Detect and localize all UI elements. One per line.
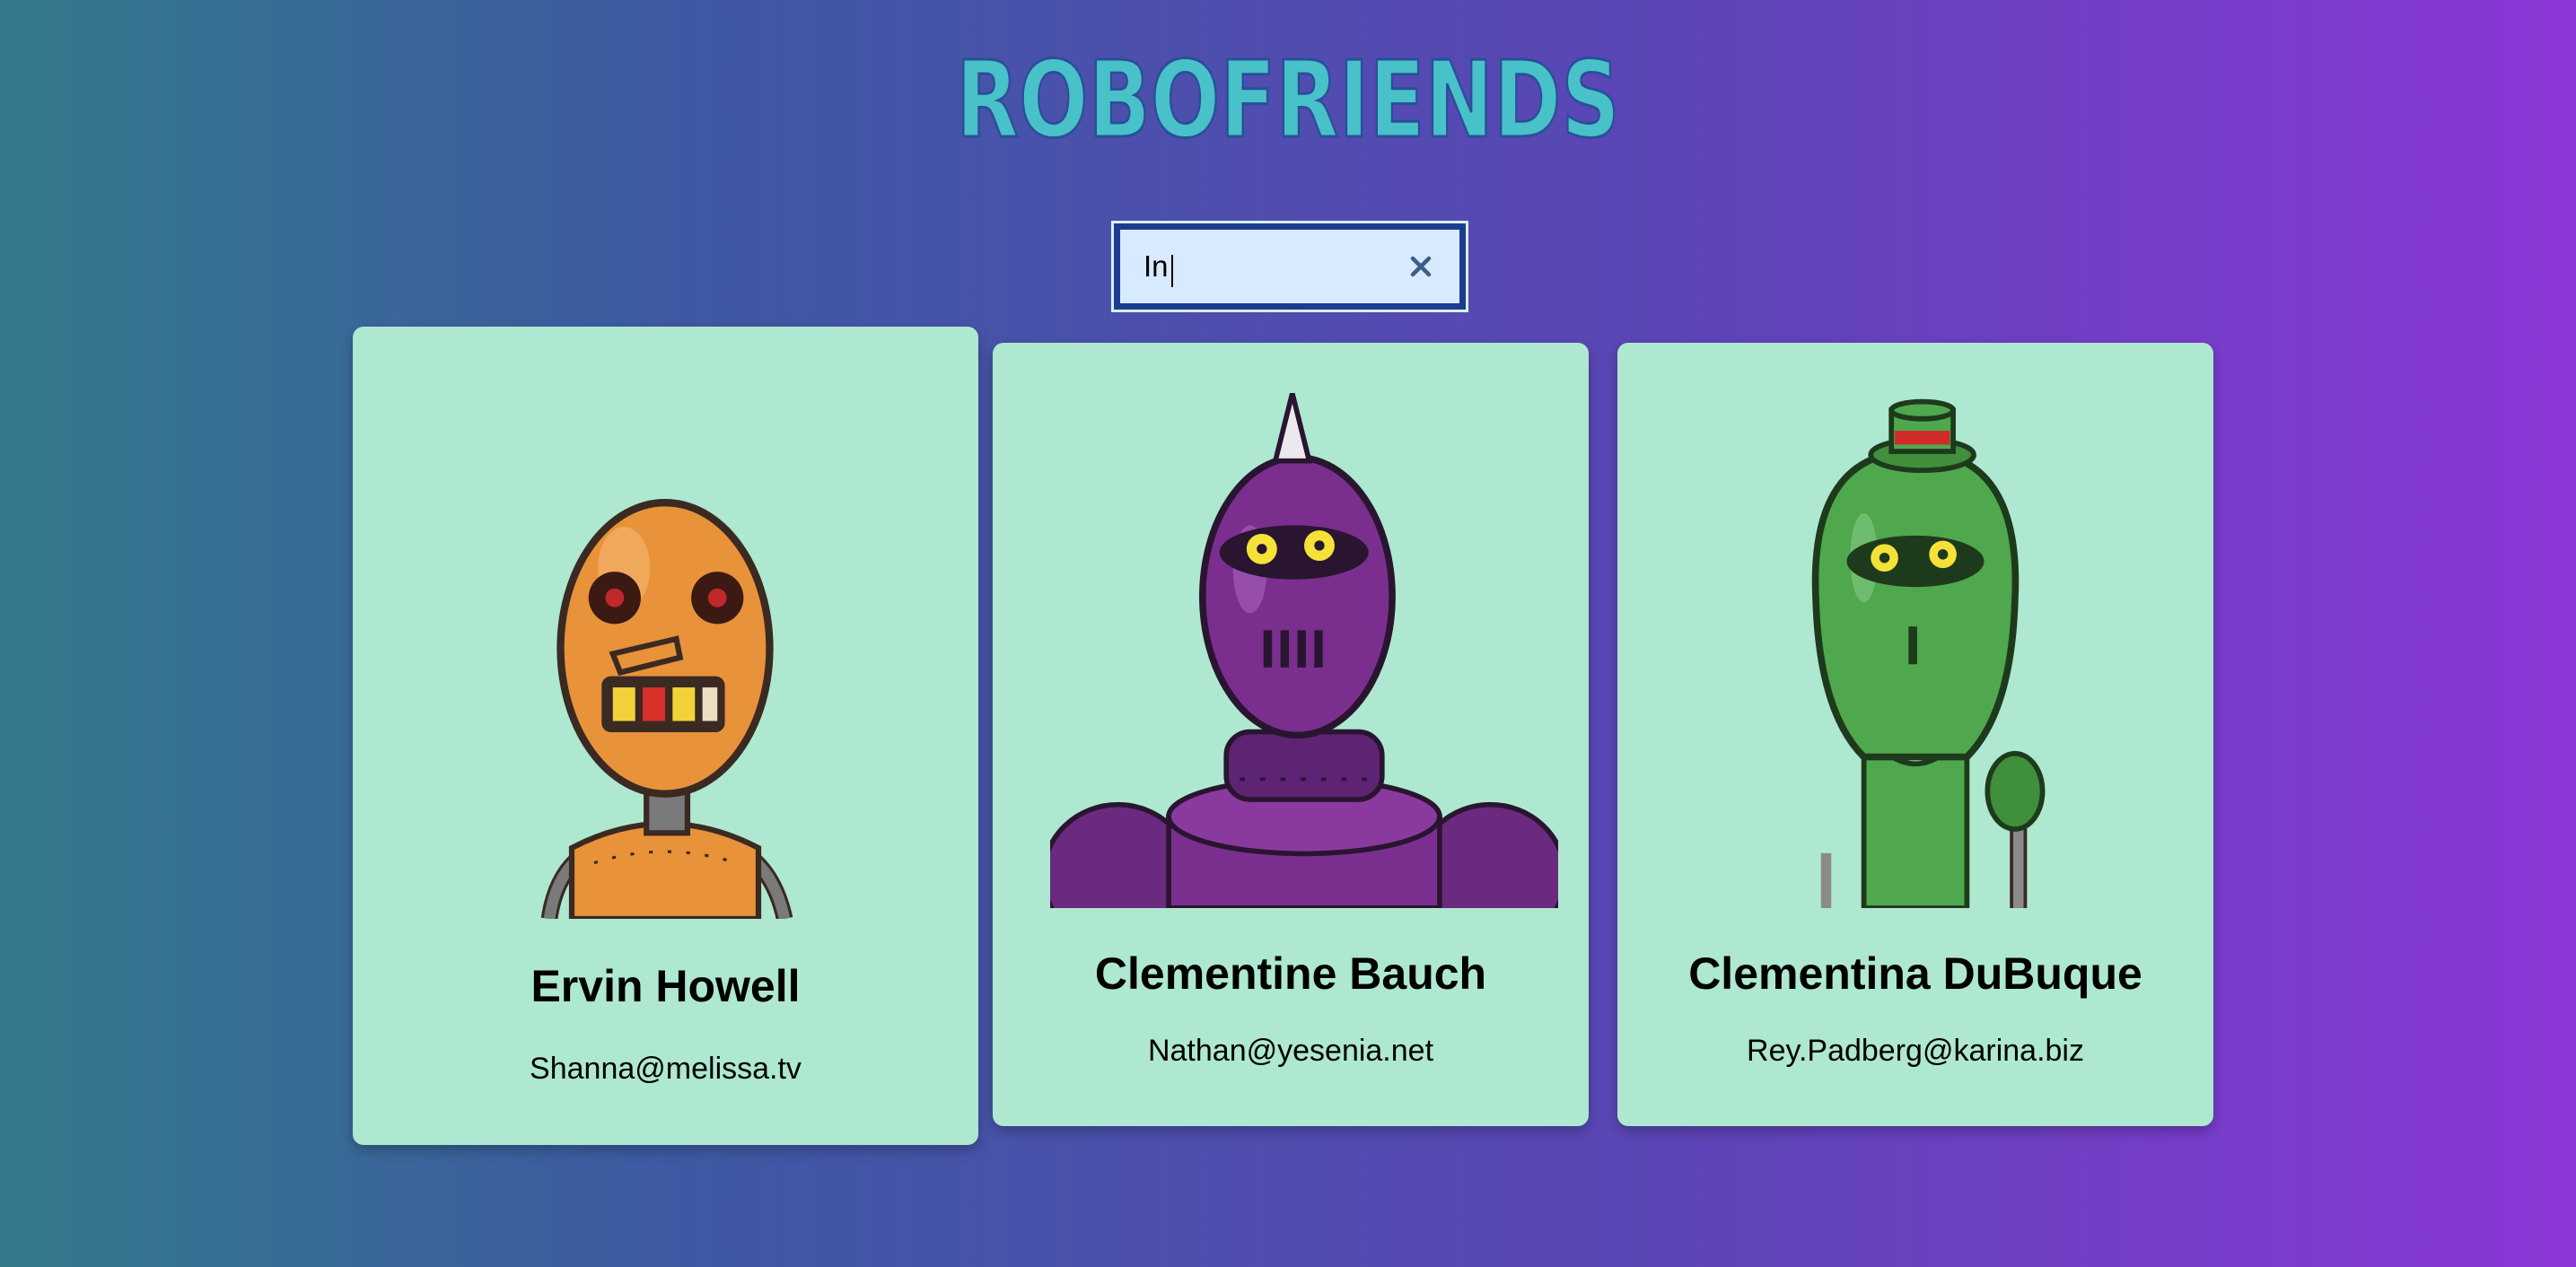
robot-card[interactable]: Clementina DuBuque Rey.Padberg@karina.bi… <box>1617 343 2213 1126</box>
robot-name: Clementine Bauch <box>1094 948 1487 999</box>
close-icon[interactable] <box>1409 255 1433 278</box>
page-title-text: ROBOFRIENDS <box>956 43 1620 154</box>
robot-image <box>1050 393 1558 908</box>
robot-image <box>540 499 793 919</box>
robot-email: Shanna@melissa.tv <box>530 1052 802 1086</box>
page-title: ROBOFRIENDS <box>0 43 2576 154</box>
robot-avatar <box>1757 393 2073 908</box>
robot-email: Rey.Padberg@karina.biz <box>1747 1034 2084 1068</box>
search-input[interactable] <box>1143 230 1395 303</box>
robot-name: Ervin Howell <box>530 961 801 1011</box>
search-field-container[interactable] <box>1118 228 1461 305</box>
robofriends-logo: ROBOFRIENDS <box>955 43 1622 154</box>
robot-avatar <box>1050 393 1558 908</box>
robot-card[interactable]: Clementine Bauch Nathan@yesenia.net <box>993 343 1589 1126</box>
text-caret <box>1171 255 1173 287</box>
robot-name: Clementina DuBuque <box>1688 948 2142 999</box>
robot-image <box>1811 398 2046 908</box>
robot-card[interactable]: Ervin Howell Shanna@melissa.tv <box>353 327 978 1145</box>
search-box[interactable] <box>1111 221 1468 312</box>
robot-avatar <box>385 359 945 919</box>
robot-email: Nathan@yesenia.net <box>1147 1034 1434 1068</box>
